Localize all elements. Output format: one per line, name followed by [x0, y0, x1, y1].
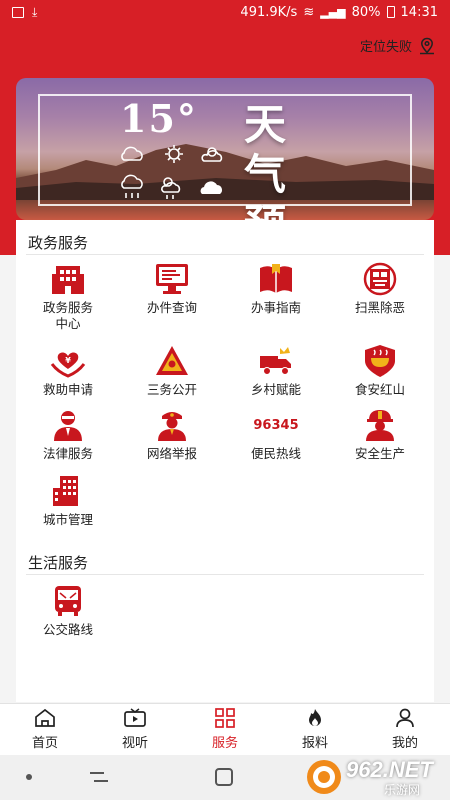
- tab-home[interactable]: 首页: [0, 704, 90, 755]
- service-item-legal[interactable]: 法律服务: [16, 408, 120, 462]
- snow-cloud-icon: [121, 174, 143, 198]
- section-divider: [26, 254, 424, 255]
- service-label: 政务服务: [42, 300, 93, 315]
- hotline-number: 96345: [253, 417, 299, 433]
- service-label: 法律服务: [42, 446, 93, 461]
- download-icon: ⤓: [32, 4, 38, 19]
- service-item-rural[interactable]: 乡村赋能: [224, 344, 328, 398]
- service-item-bus[interactable]: 公交路线: [16, 584, 120, 638]
- sunny-cloudy-icon: [161, 177, 181, 199]
- tab-services[interactable]: 服务: [180, 704, 270, 755]
- government-building-icon: [52, 266, 84, 294]
- grid-services-icon: [215, 708, 235, 728]
- watermark-logo: 962.NET 乐游网: [304, 757, 442, 797]
- tab-label: 报料: [301, 736, 328, 751]
- tv-video-icon: [124, 708, 146, 727]
- police-officer-icon: [158, 412, 186, 441]
- cloud-icon: [121, 146, 143, 161]
- section-title-government: 政务服务: [28, 234, 89, 252]
- gallery-icon: [12, 6, 24, 18]
- location-pin-icon: [420, 37, 434, 54]
- banner-temperature: 15°: [120, 96, 198, 141]
- anti-crime-badge-icon: [363, 262, 397, 296]
- tab-label: 我的: [391, 736, 418, 751]
- home-button-icon[interactable]: [214, 767, 234, 787]
- service-item-anti-crime[interactable]: 扫黑除恶: [328, 262, 432, 316]
- tab-label: 视听: [121, 736, 148, 751]
- service-label: 乡村赋能: [250, 382, 301, 397]
- service-label: 公交路线: [42, 622, 93, 637]
- watermark-subtext: 乐游网: [384, 783, 421, 797]
- service-label: 办件查询: [146, 300, 197, 315]
- city-building-icon: [53, 476, 78, 506]
- location-button[interactable]: 定位失败: [360, 36, 436, 55]
- services-panel: 政务服务 政务服务 中心 办件查询 办事指南 扫黑除恶 ¥ 救助申请 三务公开 …: [16, 220, 434, 702]
- tab-media[interactable]: 视听: [90, 704, 180, 755]
- signal-icon: ▂▄▆: [320, 5, 346, 19]
- tab-label: 服务: [211, 736, 238, 751]
- lawyer-icon: [54, 411, 82, 441]
- sun-icon: [165, 145, 183, 163]
- svg-text:¥: ¥: [65, 356, 71, 365]
- food-safety-bowl-icon: [365, 345, 395, 377]
- hard-hat-worker-icon: [366, 410, 394, 441]
- weather-icons: [121, 145, 223, 199]
- service-label: 食安红山: [354, 382, 405, 397]
- banner-title-line2: 预 报: [244, 200, 384, 220]
- service-label: 城市管理: [42, 512, 93, 527]
- clock: 14:31: [400, 4, 438, 20]
- triangle-disclosure-icon: [156, 346, 188, 375]
- service-label: 安全生产: [354, 446, 405, 461]
- bus-icon: [55, 586, 81, 616]
- battery-icon: [386, 6, 395, 18]
- banner-title-line1: 天 气: [244, 100, 301, 199]
- hotline-number-icon: 96345: [253, 408, 298, 442]
- nav-dot-icon[interactable]: [26, 774, 32, 780]
- service-item-aid[interactable]: ¥ 救助申请: [16, 344, 120, 398]
- service-label: 三务公开: [146, 382, 197, 397]
- cloud-small-icon: [200, 181, 222, 194]
- home-icon: [35, 708, 55, 727]
- service-label: 救助申请: [42, 382, 93, 397]
- service-item-food-safety[interactable]: 食安红山: [328, 344, 432, 398]
- service-item-disclosure[interactable]: 三务公开: [120, 344, 224, 398]
- service-item-report[interactable]: 网络举报: [120, 408, 224, 462]
- bottom-tab-bar: 首页 视听 服务 报料 我的: [0, 703, 450, 755]
- tab-tip-off[interactable]: 报料: [270, 704, 360, 755]
- wifi-icon: ≋: [303, 4, 315, 20]
- service-label-line2: 中心: [55, 316, 81, 331]
- service-item-safety[interactable]: 安全生产: [328, 408, 432, 462]
- monitor-query-icon: [156, 264, 188, 294]
- partly-cloudy-icon: [201, 147, 223, 162]
- service-item-guide[interactable]: 办事指南: [224, 262, 328, 316]
- service-item-city[interactable]: 城市管理: [16, 474, 120, 528]
- battery-level: 80%: [351, 4, 381, 20]
- service-label: 办事指南: [250, 300, 301, 315]
- service-label: 便民热线: [250, 446, 301, 461]
- banner-title: 天 气 预 报: [244, 100, 384, 220]
- open-book-icon: [260, 264, 292, 293]
- service-item-gov-center[interactable]: 政务服务 中心: [16, 262, 120, 332]
- service-label: 扫黑除恶: [354, 300, 405, 315]
- section-divider: [26, 574, 424, 575]
- user-icon: [396, 708, 414, 728]
- location-text: 定位失败: [359, 40, 412, 55]
- section-title-life: 生活服务: [28, 554, 89, 572]
- service-item-hotline[interactable]: 96345 便民热线: [224, 408, 328, 462]
- service-item-case-query[interactable]: 办件查询: [120, 262, 224, 316]
- rural-truck-icon: [260, 347, 291, 375]
- tab-label: 首页: [31, 736, 58, 751]
- net-speed: 491.9K/s: [240, 4, 298, 20]
- service-label: 网络举报: [146, 446, 197, 461]
- tab-mine[interactable]: 我的: [360, 704, 450, 755]
- status-bar: ⤓ 491.9K/s ≋ ▂▄▆ 80% 14:31: [0, 0, 450, 24]
- weather-banner[interactable]: 15° 天 气 预 报: [16, 78, 434, 220]
- recent-apps-icon[interactable]: [88, 767, 110, 787]
- helping-hands-icon: ¥: [50, 352, 86, 378]
- flame-icon: [309, 709, 321, 726]
- watermark-text: 962.NET: [346, 757, 433, 782]
